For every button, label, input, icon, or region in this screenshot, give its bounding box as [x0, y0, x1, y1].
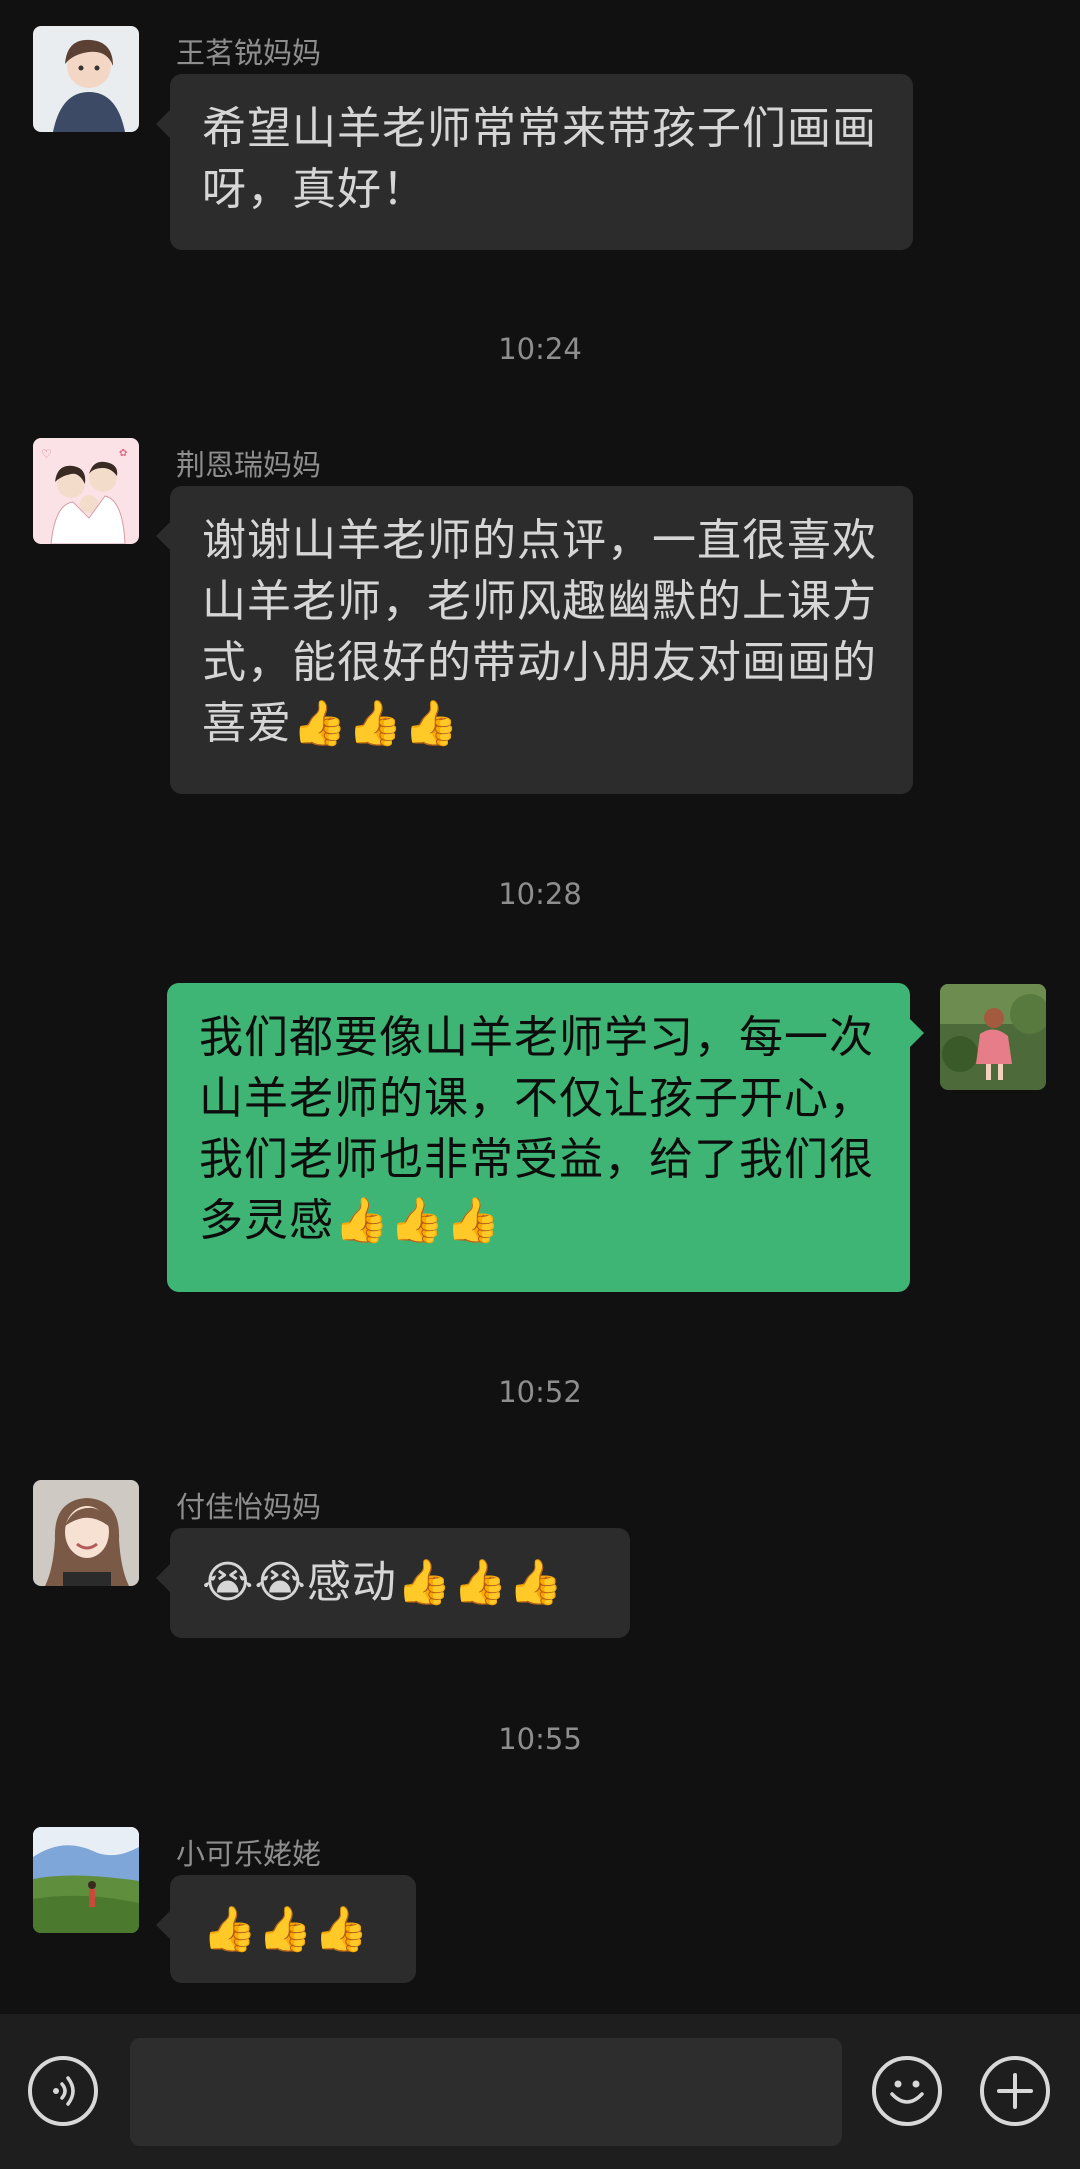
svg-text:♡: ♡: [41, 447, 52, 461]
input-bar: [0, 2014, 1080, 2169]
avatar[interactable]: [940, 984, 1046, 1090]
crying-face-icon: 😭😭: [202, 1557, 307, 1608]
message-text-line: 呀，真好！: [202, 164, 427, 215]
message-input[interactable]: [130, 2038, 842, 2146]
sender-name: 荆恩瑞妈妈: [176, 448, 322, 482]
message-text-line: 山羊老师的课，不仅让孩子开心，: [199, 1073, 874, 1124]
message-bubble[interactable]: 谢谢山羊老师的点评，一直很喜欢 山羊老师，老师风趣幽默的上课方 式，能很好的带动…: [156, 486, 913, 794]
avatar[interactable]: [33, 1480, 139, 1586]
svg-text:✿: ✿: [119, 448, 127, 459]
message-text-line: 喜爱: [202, 698, 292, 749]
message-bubble[interactable]: 👍👍👍: [156, 1875, 416, 1983]
thumbs-up-icon: 👍👍👍: [396, 1557, 565, 1608]
sender-name: 付佳怡妈妈: [176, 1490, 322, 1524]
message-text-line: 我们都要像山羊老师学习，每一次: [199, 1012, 874, 1063]
avatar[interactable]: ♡ ✿: [33, 438, 139, 544]
message-text: 感动: [306, 1557, 397, 1608]
message-bubble[interactable]: 😭😭感动👍👍👍: [156, 1528, 630, 1638]
emoji-icon[interactable]: [872, 2056, 942, 2126]
avatar[interactable]: [33, 26, 139, 132]
avatar[interactable]: [33, 1827, 139, 1933]
message-text-line: 希望山羊老师常常来带孩子们画画: [202, 103, 877, 154]
thumbs-up-icon: 👍👍👍: [292, 698, 460, 749]
timestamp: 10:28: [498, 877, 582, 911]
message-bubble[interactable]: 希望山羊老师常常来带孩子们画画 呀，真好！: [156, 74, 913, 250]
thumbs-up-icon: 👍👍👍: [334, 1195, 502, 1246]
plus-icon[interactable]: [980, 2056, 1050, 2126]
timestamp: 10:24: [498, 332, 582, 366]
sender-name: 王茗锐妈妈: [176, 36, 322, 70]
voice-icon[interactable]: [28, 2056, 98, 2126]
timestamp: 10:52: [498, 1375, 582, 1409]
sender-name: 小可乐姥姥: [176, 1837, 322, 1871]
timestamp: 10:55: [498, 1722, 582, 1756]
chat-area[interactable]: 王茗锐妈妈 希望山羊老师常常来带孩子们画画 呀，真好！ 10:24 ♡ ✿ 荆恩…: [0, 0, 1080, 2014]
message-text-line: 我们老师也非常受益，给了我们很: [199, 1134, 874, 1185]
message-bubble-self[interactable]: 我们都要像山羊老师学习，每一次 山羊老师的课，不仅让孩子开心， 我们老师也非常受…: [167, 983, 924, 1292]
message-text-line: 多灵感: [199, 1195, 334, 1246]
message-text-line: 山羊老师，老师风趣幽默的上课方: [202, 576, 877, 627]
thumbs-up-icon: 👍👍👍: [202, 1904, 370, 1955]
message-text-line: 式，能很好的带动小朋友对画画的: [202, 637, 877, 688]
message-text-line: 谢谢山羊老师的点评，一直很喜欢: [202, 515, 877, 566]
